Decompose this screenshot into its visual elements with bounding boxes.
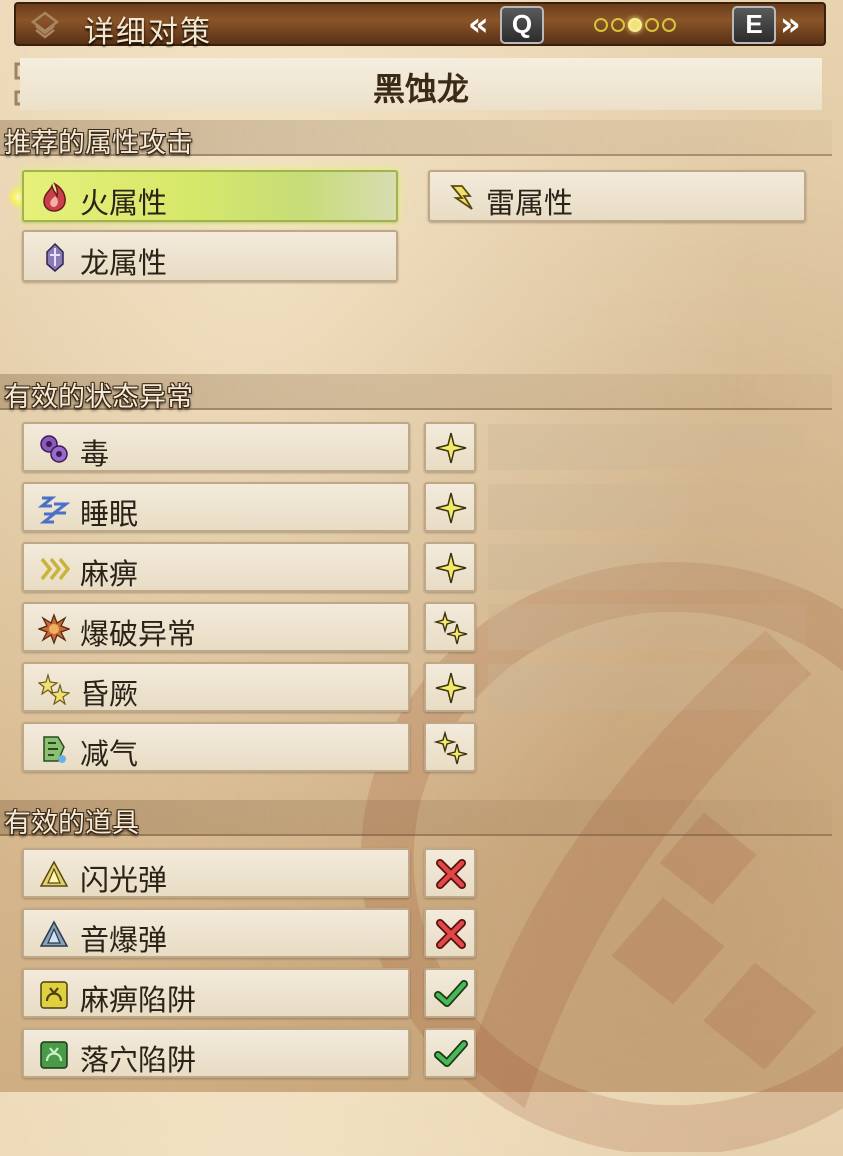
monster-name-banner: 黑蚀龙 xyxy=(20,58,822,110)
single-star-icon xyxy=(435,492,467,524)
item-row-flash-pod[interactable]: 闪光弹 xyxy=(22,848,410,898)
ailment-label: 麻痹 xyxy=(80,557,139,591)
single-star-icon xyxy=(435,432,467,464)
page-dot xyxy=(645,18,659,32)
section-title: 有效的状态异常 xyxy=(4,382,193,413)
prev-page-key[interactable]: Q xyxy=(500,6,544,44)
page-dot-active xyxy=(628,18,642,32)
layers-icon xyxy=(30,11,60,39)
double-star-icon xyxy=(434,611,468,645)
cross-icon xyxy=(436,859,466,889)
shock-trap-icon xyxy=(40,981,68,1009)
section-header-elements: 推荐的属性攻击 xyxy=(0,120,832,159)
item-row-pitfall-trap[interactable]: 落穴陷阱 xyxy=(22,1028,410,1078)
exhaust-icon xyxy=(43,736,66,763)
section-title: 有效的道具 xyxy=(4,808,139,839)
section-header-ailments: 有效的状态异常 xyxy=(0,374,832,413)
poison-icon xyxy=(40,435,68,463)
page-dot xyxy=(594,18,608,32)
screamer-pod-icon xyxy=(39,920,69,947)
effectiveness-track xyxy=(488,664,806,710)
check-icon xyxy=(434,1040,468,1067)
section-title: 推荐的属性攻击 xyxy=(4,128,193,159)
pitfall-trap-icon xyxy=(40,1041,68,1069)
ailment-label: 毒 xyxy=(80,437,110,471)
item-label: 闪光弹 xyxy=(80,863,168,897)
item-row-shock-trap[interactable]: 麻痹陷阱 xyxy=(22,968,410,1018)
item-label: 麻痹陷阱 xyxy=(80,983,197,1017)
ailment-row-poison[interactable]: 毒 xyxy=(22,422,410,472)
ailment-row-sleep[interactable]: 睡眠 xyxy=(22,482,410,532)
check-icon xyxy=(434,980,468,1007)
effectiveness-cell xyxy=(424,1028,476,1078)
sleep-icon xyxy=(38,496,70,524)
item-row-screamer-pod[interactable]: 音爆弹 xyxy=(22,908,410,958)
element-card-thunder[interactable]: 雷属性 xyxy=(428,170,806,222)
element-label: 龙属性 xyxy=(80,246,168,280)
page-dot xyxy=(662,18,676,32)
effectiveness-track xyxy=(488,604,806,650)
ailment-label: 爆破异常 xyxy=(80,617,197,651)
ailment-row-blast[interactable]: 爆破异常 xyxy=(22,602,410,652)
element-label: 火属性 xyxy=(80,186,168,220)
dragon-element-icon xyxy=(46,242,64,272)
next-page-key[interactable]: E xyxy=(732,6,776,44)
effectiveness-cell xyxy=(424,968,476,1018)
item-label: 落穴陷阱 xyxy=(80,1043,197,1077)
effectiveness-track xyxy=(488,484,806,530)
header-bar: 详细对策 « Q E » xyxy=(14,2,826,50)
flash-pod-icon xyxy=(39,860,69,887)
monster-name: 黑蚀龙 xyxy=(372,70,469,108)
double-star-icon xyxy=(434,731,468,765)
prev-chevron-icon[interactable]: « xyxy=(468,6,489,42)
effectiveness-cell xyxy=(424,722,476,772)
ailment-row-paralysis[interactable]: 麻痹 xyxy=(22,542,410,592)
ailment-row-stun[interactable]: 昏厥 xyxy=(22,662,410,712)
item-label: 音爆弹 xyxy=(80,923,168,957)
effectiveness-track xyxy=(488,424,806,470)
element-label: 雷属性 xyxy=(486,186,574,220)
effectiveness-cell xyxy=(424,422,476,472)
single-star-icon xyxy=(435,672,467,704)
paralysis-icon xyxy=(40,557,70,581)
page-title: 详细对策 xyxy=(84,15,212,50)
next-chevron-icon[interactable]: » xyxy=(780,6,801,42)
ailment-label: 睡眠 xyxy=(80,497,139,531)
effectiveness-cell xyxy=(424,542,476,592)
element-card-fire[interactable]: 火属性 xyxy=(22,170,398,222)
single-star-icon xyxy=(435,552,467,584)
stun-icon xyxy=(38,673,70,705)
effectiveness-cell xyxy=(424,908,476,958)
effectiveness-cell xyxy=(424,482,476,532)
effectiveness-track xyxy=(488,544,806,590)
ailment-label: 昏厥 xyxy=(80,677,139,711)
cross-icon xyxy=(436,919,466,949)
page-dot xyxy=(611,18,625,32)
effectiveness-cell xyxy=(424,602,476,652)
blast-icon xyxy=(38,613,70,645)
thunder-element-icon xyxy=(450,185,473,210)
ailment-row-exhaust[interactable]: 减气 xyxy=(22,722,410,772)
ailment-label: 减气 xyxy=(80,737,139,771)
effectiveness-cell xyxy=(424,848,476,898)
effectiveness-cell xyxy=(424,662,476,712)
fire-element-icon xyxy=(43,182,66,212)
section-header-items: 有效的道具 xyxy=(0,800,832,839)
page-indicator xyxy=(594,18,676,32)
element-card-dragon[interactable]: 龙属性 xyxy=(22,230,398,282)
